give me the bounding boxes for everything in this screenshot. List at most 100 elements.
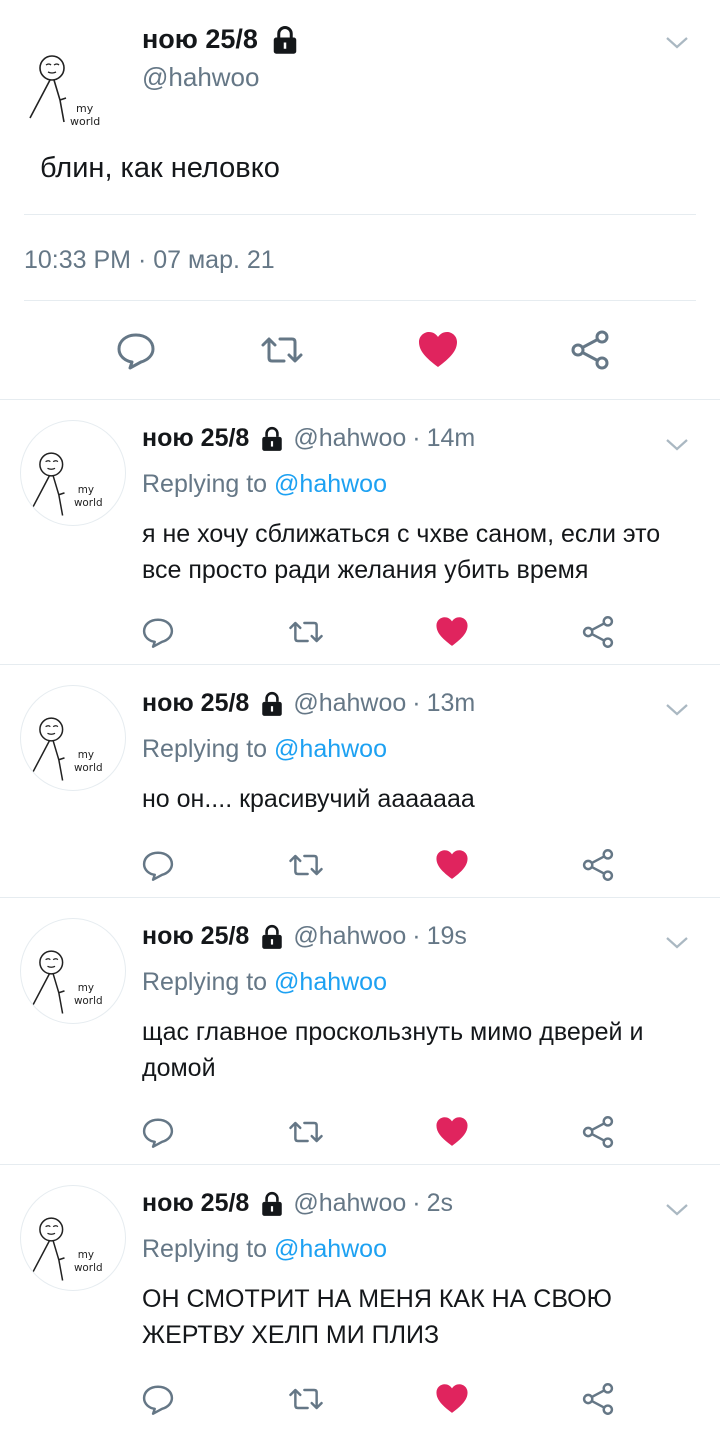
replying-label: Replying to	[142, 735, 268, 763]
mention-link[interactable]: @hahwoo	[274, 470, 387, 498]
tweet-time[interactable]: 2s	[427, 1189, 453, 1218]
like-button[interactable]	[432, 1379, 472, 1419]
reply-button[interactable]	[114, 328, 158, 372]
display-name[interactable]: ною 25/8	[142, 922, 249, 951]
share-button[interactable]	[578, 845, 618, 885]
reply-icon	[142, 1385, 174, 1415]
retweet-button[interactable]	[286, 845, 326, 885]
lock-icon	[270, 25, 300, 55]
svg-text:world: world	[74, 1262, 103, 1274]
divider	[24, 214, 696, 215]
avatar[interactable]: my world	[20, 1185, 126, 1291]
stick-figure-avatar-icon: my world	[29, 717, 103, 781]
reply-tweet[interactable]: my world ною 25/8 @hahwoo · 2s Replying …	[0, 1165, 720, 1430]
avatar[interactable]: my world	[20, 918, 126, 1024]
separator-dot: ·	[412, 1189, 421, 1217]
reply-tweet[interactable]: my world ною 25/8 @hahwoo · 13m Replying…	[0, 665, 720, 898]
heart-icon	[436, 617, 468, 646]
tweet-time[interactable]: 14m	[427, 424, 476, 453]
chevron-down-icon[interactable]	[662, 430, 692, 460]
like-button[interactable]	[432, 1112, 472, 1152]
reply-button[interactable]	[138, 1112, 178, 1152]
display-name[interactable]: ною 25/8	[142, 424, 249, 453]
retweet-button[interactable]	[286, 1379, 326, 1419]
replying-to: Replying to @hahwoo	[142, 1235, 387, 1264]
svg-text:world: world	[70, 115, 100, 128]
separator-dot: ·	[412, 922, 421, 950]
display-name[interactable]: ною 25/8	[142, 24, 300, 55]
retweet-button[interactable]	[286, 612, 326, 652]
like-button[interactable]	[432, 612, 472, 652]
svg-text:world: world	[74, 497, 103, 509]
display-name[interactable]: ною 25/8	[142, 1189, 249, 1218]
chevron-down-icon[interactable]	[662, 695, 692, 725]
tweet-header: ною 25/8 @hahwoo · 2s	[142, 1189, 453, 1218]
reply-tweet[interactable]: my world ною 25/8 @hahwoo · 14m Replying…	[0, 400, 720, 665]
stick-figure-avatar-icon: my world	[29, 452, 103, 516]
retweet-icon	[289, 1121, 323, 1143]
replying-label: Replying to	[142, 968, 268, 996]
replying-label: Replying to	[142, 470, 268, 498]
username[interactable]: @hahwoo	[293, 424, 406, 453]
retweet-icon	[261, 337, 303, 363]
reply-icon	[142, 851, 174, 881]
tweet-time[interactable]: 19s	[427, 922, 467, 951]
heart-icon	[436, 1117, 468, 1146]
share-icon	[582, 1383, 614, 1415]
retweet-icon	[289, 854, 323, 876]
replying-to: Replying to @hahwoo	[142, 968, 387, 997]
username[interactable]: @hahwoo	[293, 1189, 406, 1218]
svg-text:my: my	[78, 982, 94, 994]
share-button[interactable]	[568, 328, 612, 372]
username[interactable]: @hahwoo	[293, 922, 406, 951]
like-button[interactable]	[416, 328, 460, 372]
mention-link[interactable]: @hahwoo	[274, 968, 387, 996]
share-button[interactable]	[578, 612, 618, 652]
username[interactable]: @hahwoo	[142, 62, 259, 93]
like-button[interactable]	[432, 845, 472, 885]
retweet-button[interactable]	[286, 1112, 326, 1152]
tweet-time[interactable]: 13m	[427, 689, 476, 718]
divider	[24, 300, 696, 301]
tweet-text: блин, как неловко	[40, 152, 280, 184]
retweet-icon	[289, 1388, 323, 1410]
reply-button[interactable]	[138, 1379, 178, 1419]
svg-text:world: world	[74, 762, 103, 774]
svg-text:world: world	[74, 995, 103, 1007]
mention-link[interactable]: @hahwoo	[274, 1235, 387, 1263]
avatar[interactable]: my world	[20, 22, 130, 132]
heart-icon	[436, 850, 468, 879]
separator-dot: ·	[412, 689, 421, 717]
chevron-down-icon[interactable]	[662, 28, 692, 58]
reply-tweet[interactable]: my world ною 25/8 @hahwoo · 19s Replying…	[0, 898, 720, 1165]
avatar[interactable]: my world	[20, 685, 126, 791]
lock-icon	[259, 426, 285, 452]
lock-icon	[259, 1191, 285, 1217]
chevron-down-icon[interactable]	[662, 1195, 692, 1225]
svg-text:my: my	[78, 484, 94, 496]
tweet-text: я не хочу сближаться с чхве саном, если …	[142, 520, 661, 584]
reply-icon	[117, 333, 155, 370]
share-button[interactable]	[578, 1379, 618, 1419]
reply-button[interactable]	[138, 612, 178, 652]
tweet-header: ною 25/8 @hahwoo · 14m	[142, 424, 475, 453]
username[interactable]: @hahwoo	[293, 689, 406, 718]
display-name-text: ною 25/8	[142, 24, 258, 54]
tweet-text: ОН СМОТРИТ НА МЕНЯ КАК НА СВОЮ ЖЕРТВУ ХЕ…	[142, 1285, 612, 1349]
tweet-timestamp[interactable]: 10:33 PM · 07 мар. 21	[24, 246, 275, 275]
avatar[interactable]: my world	[20, 420, 126, 526]
retweet-button[interactable]	[260, 328, 304, 372]
share-icon	[582, 849, 614, 881]
replying-to: Replying to @hahwoo	[142, 735, 387, 764]
reply-button[interactable]	[138, 845, 178, 885]
separator-dot: ·	[412, 424, 421, 452]
replying-label: Replying to	[142, 1235, 268, 1263]
share-button[interactable]	[578, 1112, 618, 1152]
chevron-down-icon[interactable]	[662, 928, 692, 958]
svg-text:my: my	[78, 749, 94, 761]
tweet-text: щас главное проскользнуть мимо дверей и …	[142, 1018, 644, 1082]
tweet-header: ною 25/8 @hahwoo · 19s	[142, 922, 467, 951]
mention-link[interactable]: @hahwoo	[274, 735, 387, 763]
stick-figure-avatar-icon: my world	[29, 950, 103, 1014]
display-name[interactable]: ною 25/8	[142, 689, 249, 718]
